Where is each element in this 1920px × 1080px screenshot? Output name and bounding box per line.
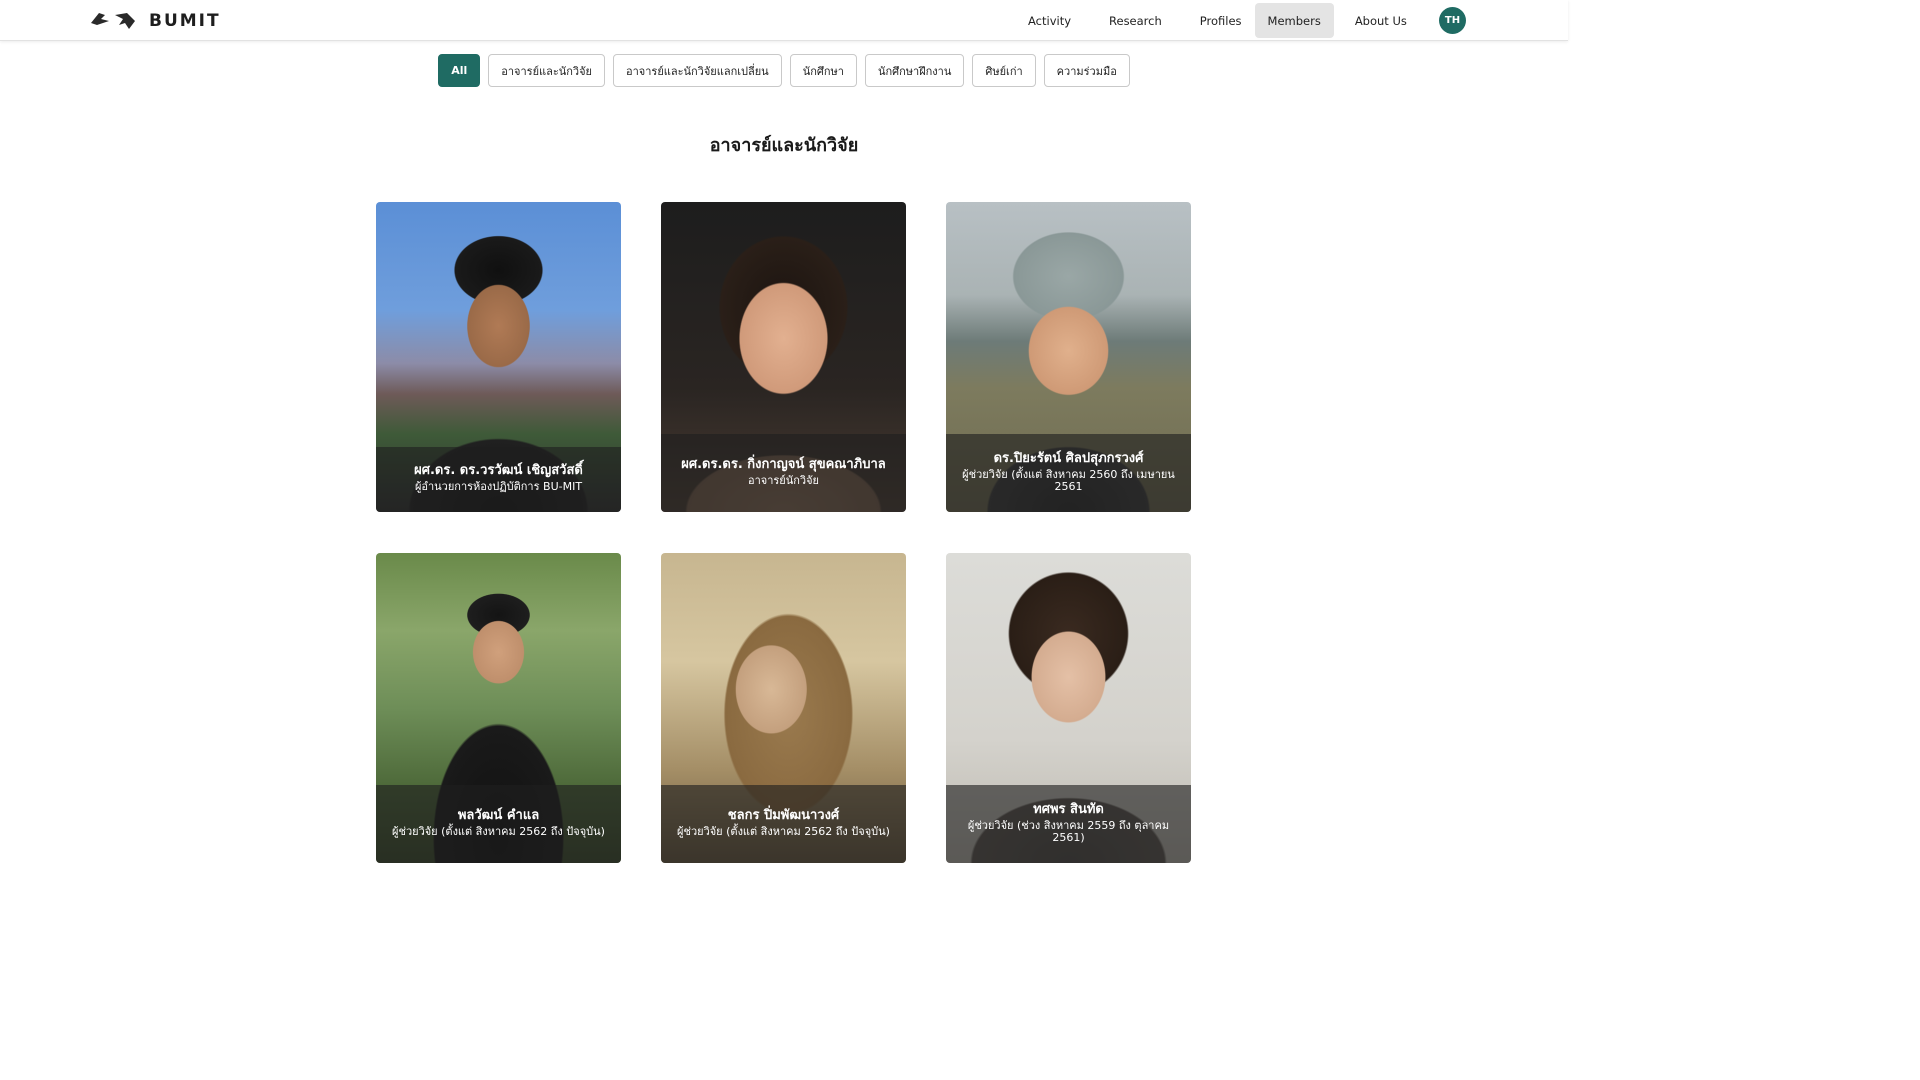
member-caption: ชลกร ปิ่มพัฒนาวงศ์ ผู้ช่วยวิจัย (ตั้งแต่… [661,785,906,863]
member-role: ผู้ช่วยวิจัย (ตั้งแต่ สิงหาคม 2562 ถึง ป… [392,824,605,838]
member-card[interactable]: ทศพร สินทัด ผู้ช่วยวิจัย (ช่วง สิงหาคม 2… [946,553,1191,863]
main-nav: Activity Research Profiles Members About… [1015,3,1420,38]
member-card[interactable]: ชลกร ปิ่มพัฒนาวงศ์ ผู้ช่วยวิจัย (ตั้งแต่… [661,553,906,863]
language-toggle-button[interactable]: TH [1439,7,1466,34]
brand-logo-link[interactable]: BUMIT [89,9,221,33]
member-role: ผู้ช่วยวิจัย (ตั้งแต่ สิงหาคม 2562 ถึง ป… [677,824,890,838]
filter-exchange-researchers[interactable]: อาจารย์และนักวิจัยแลกเปลี่ยน [613,54,782,87]
member-card[interactable]: ผศ.ดร. ดร.วรวัฒน์ เชิญสวัสดิ์ ผู้อำนวยกา… [376,202,621,512]
member-caption: ทศพร สินทัด ผู้ช่วยวิจัย (ช่วง สิงหาคม 2… [946,785,1191,863]
nav-profiles[interactable]: Profiles [1187,3,1255,38]
member-filter-bar: All อาจารย์และนักวิจัย อาจารย์และนักวิจั… [0,54,1568,87]
member-card[interactable]: ผศ.ดร.ดร. กิ่งกาญจน์ สุขคณาภิบาล อาจารย์… [661,202,906,512]
filter-faculty-researchers[interactable]: อาจารย์และนักวิจัย [488,54,605,87]
nav-about-us[interactable]: About Us [1342,3,1420,38]
brand-name: BUMIT [149,11,221,31]
member-card[interactable]: ดร.ปิยะรัตน์ ศิลปสุภกรวงศ์ ผู้ช่วยวิจัย … [946,202,1191,512]
filter-collaborations[interactable]: ความร่วมมือ [1043,54,1130,87]
member-name: ดร.ปิยะรัตน์ ศิลปสุภกรวงศ์ [993,450,1144,466]
member-role: ผู้อำนวยการห้องปฏิบัติการ BU-MIT [414,480,583,493]
member-name: ผศ.ดร.ดร. กิ่งกาญจน์ สุขคณาภิบาล [681,456,886,472]
member-name: พลวัฒน์ คำแล [457,807,540,823]
nav-research[interactable]: Research [1096,3,1175,38]
bumit-logo-icon [91,13,135,29]
member-caption: ผศ.ดร. ดร.วรวัฒน์ เชิญสวัสดิ์ ผู้อำนวยกา… [376,447,621,512]
member-name: ผศ.ดร. ดร.วรวัฒน์ เชิญสวัสดิ์ [414,463,583,478]
section-title: อาจารย์และนักวิจัย [709,135,859,156]
nav-members[interactable]: Members [1254,3,1334,38]
filter-interns[interactable]: นักศึกษาฝึกงาน [864,54,965,87]
member-name: ชลกร ปิ่มพัฒนาวงศ์ [727,807,840,823]
member-role: ผู้ช่วยวิจัย (ตั้งแต่ สิงหาคม 2560 ถึง เ… [962,467,1175,493]
nav-activity[interactable]: Activity [1015,3,1084,38]
member-caption: พลวัฒน์ คำแล ผู้ช่วยวิจัย (ตั้งแต่ สิงหา… [376,785,621,863]
member-role: ผู้ช่วยวิจัย (ช่วง สิงหาคม 2559 ถึง ตุลา… [967,818,1170,844]
member-card[interactable]: พลวัฒน์ คำแล ผู้ช่วยวิจัย (ตั้งแต่ สิงหา… [376,553,621,863]
member-caption: ผศ.ดร.ดร. กิ่งกาญจน์ สุขคณาภิบาล อาจารย์… [661,434,906,512]
filter-students[interactable]: นักศึกษา [789,54,857,87]
member-role: อาจารย์นักวิจัย [747,473,819,487]
filter-all[interactable]: All [438,54,481,87]
top-navbar: BUMIT Activity Research Profiles Members… [0,0,1568,41]
filter-alumni[interactable]: ศิษย์เก่า [972,54,1036,87]
member-caption: ดร.ปิยะรัตน์ ศิลปสุภกรวงศ์ ผู้ช่วยวิจัย … [946,434,1191,512]
member-name: ทศพร สินทัด [1033,801,1104,817]
